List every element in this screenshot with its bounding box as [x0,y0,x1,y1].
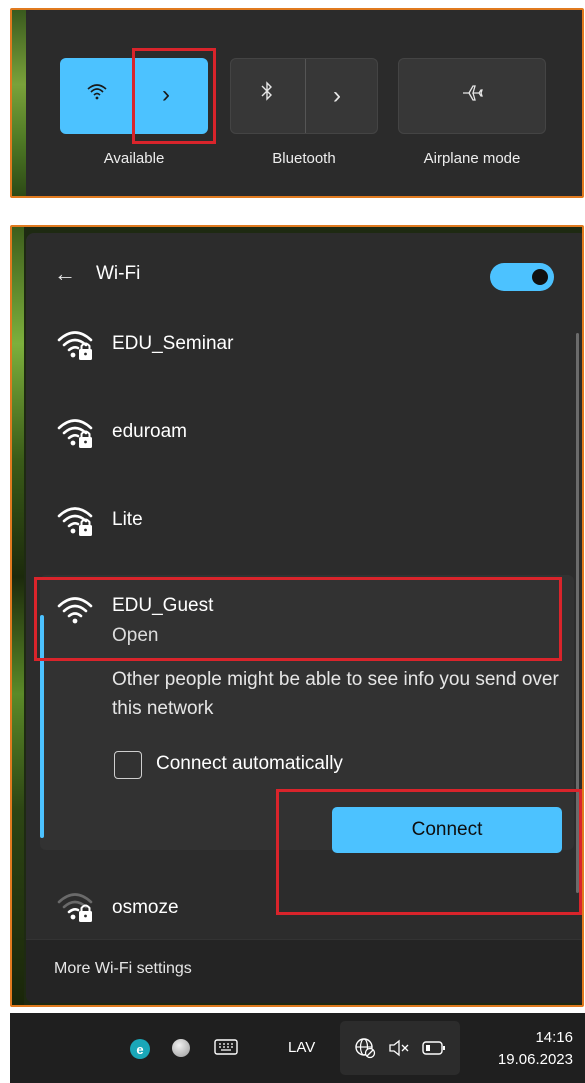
network-name: EDU_Seminar [112,333,234,354]
airplane-mode-toggle[interactable] [398,58,546,134]
bluetooth-expand-chevron-icon[interactable]: › [333,82,341,110]
eset-tray-icon[interactable]: e [130,1039,150,1059]
wifi-header: ← Wi-Fi [26,233,582,313]
wallpaper-strip [12,10,26,196]
airplane-mode-label: Airplane mode [423,150,521,167]
split-divider [305,59,306,133]
bluetooth-label: Bluetooth [272,150,336,167]
battery-icon [422,1040,446,1061]
network-name: EDU_Guest [112,595,214,616]
network-name: eduroam [112,421,187,442]
network-item-eduroam[interactable]: eduroam [26,393,566,481]
touch-keyboard-icon[interactable] [214,1038,238,1061]
wifi-secured-icon [56,503,96,539]
more-wifi-settings-link[interactable]: More Wi-Fi settings [54,960,192,978]
clock-time[interactable]: 14:16 [535,1029,573,1046]
volume-muted-icon [388,1038,410,1063]
quick-settings-panel: › › Available Bluetooth Airplane mode [26,10,582,196]
wifi-secured-icon [56,415,96,451]
airplane-icon [461,83,483,109]
system-tray-quick-settings[interactable] [340,1021,460,1075]
quick-settings-screenshot: › › Available Bluetooth Airplane mode [10,8,584,198]
network-item-edu-guest-expanded[interactable]: EDU_Guest Open Other people might be abl… [40,575,574,853]
wifi-secured-icon [56,327,96,363]
connect-automatically-label[interactable]: Connect automatically [156,753,343,775]
network-name: osmoze [112,897,179,918]
input-language-indicator[interactable]: LAV [288,1039,315,1056]
wallpaper-strip [12,227,24,1005]
network-item-edu-seminar[interactable]: EDU_Seminar [26,305,566,393]
network-item-lite[interactable]: Lite [26,481,566,569]
wifi-toggle[interactable] [490,263,554,291]
wifi-status-label: Available [103,150,165,167]
network-globe-tray-icon[interactable] [172,1039,190,1057]
selection-accent-bar [40,615,44,838]
scrollbar[interactable] [576,333,579,893]
connect-button[interactable]: Connect [332,807,562,853]
network-name: Lite [112,509,143,530]
wifi-panel-footer: More Wi-Fi settings [26,939,582,1003]
wifi-secured-weak-icon [56,889,96,925]
network-item-osmoze[interactable]: osmoze [26,873,566,933]
wifi-open-icon [56,593,96,629]
wifi-expand-chevron-icon[interactable]: › [162,81,170,109]
no-internet-globe-icon [354,1037,376,1064]
toggle-knob [532,269,548,285]
wifi-title: Wi-Fi [96,263,141,284]
open-network-warning: Other people might be able to see info y… [112,669,559,719]
taskbar: e LAV 14:16 19.06.2023 [10,1013,585,1083]
network-security-status: Open [112,625,159,646]
split-divider [134,58,135,134]
wifi-panel-screenshot: ← Wi-Fi EDU_Seminar eduroam Lite EDU_Gue… [10,225,584,1007]
connect-automatically-checkbox[interactable] [114,751,142,779]
bluetooth-quick-toggle[interactable]: › [230,58,378,134]
back-arrow-icon[interactable]: ← [54,261,76,287]
wifi-network-panel: ← Wi-Fi EDU_Seminar eduroam Lite EDU_Gue… [26,233,582,1003]
wifi-quick-toggle[interactable]: › [60,58,208,134]
clock-date[interactable]: 19.06.2023 [498,1051,573,1068]
wifi-icon [86,82,108,106]
bluetooth-icon [259,79,275,109]
